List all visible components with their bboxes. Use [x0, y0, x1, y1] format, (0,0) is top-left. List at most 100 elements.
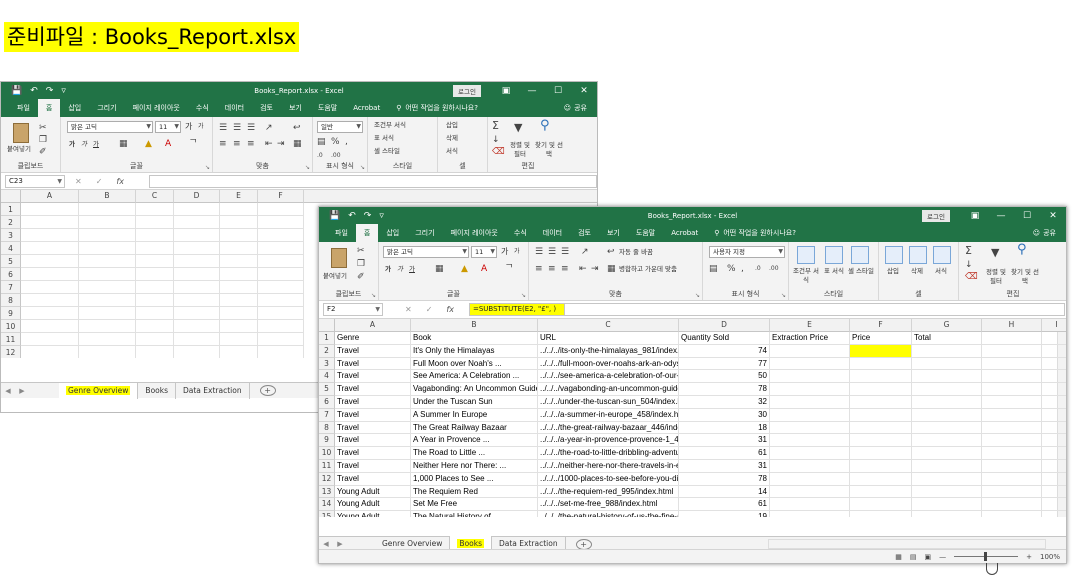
cell[interactable]: [770, 472, 850, 486]
cell[interactable]: [912, 472, 982, 486]
align-right-icon[interactable]: ≡: [247, 139, 255, 149]
column-header[interactable]: B: [411, 319, 538, 332]
format-as-table-icon[interactable]: [825, 246, 843, 264]
cell[interactable]: ../../../full-moon-over-noahs-ark-an-ody…: [538, 357, 679, 371]
align-center-icon[interactable]: ≡: [233, 139, 241, 149]
formula-input-rest[interactable]: [565, 303, 1065, 316]
font-color-icon[interactable]: A: [481, 264, 487, 274]
cell[interactable]: [136, 268, 174, 281]
undo-icon[interactable]: ↶: [30, 86, 38, 96]
number-format-select[interactable]: 사용자 지정 ▼: [709, 246, 785, 258]
cell[interactable]: The Natural History of ...: [411, 511, 538, 517]
zoom-slider[interactable]: [954, 552, 1019, 561]
cell[interactable]: 31: [679, 460, 770, 473]
cell[interactable]: [220, 346, 258, 358]
cell[interactable]: Young Adult: [335, 498, 411, 512]
column-header[interactable]: E: [770, 319, 850, 332]
cell[interactable]: [912, 511, 982, 517]
cell[interactable]: 14: [679, 485, 770, 499]
cell[interactable]: ../../../vagabonding-an-uncommon-guide-t…: [538, 383, 679, 396]
cell[interactable]: [258, 281, 304, 294]
row-header[interactable]: 2: [319, 344, 335, 358]
header-cell[interactable]: Genre: [335, 332, 411, 345]
cell[interactable]: [1042, 396, 1066, 409]
cell[interactable]: [258, 203, 304, 216]
increase-indent-icon[interactable]: ⇥: [591, 264, 599, 274]
cell[interactable]: [79, 281, 136, 294]
cell[interactable]: Travel: [335, 460, 411, 473]
cell[interactable]: [258, 307, 304, 320]
login-button[interactable]: 로그인: [453, 84, 481, 97]
cell[interactable]: [136, 346, 174, 358]
worksheet-grid[interactable]: A B C D E F G H I 1 Genre Book URL Quantity Sold Extra…: [319, 319, 1066, 517]
row-header[interactable]: 5: [319, 383, 335, 396]
cell[interactable]: [174, 255, 220, 268]
redo-icon[interactable]: ↷: [364, 211, 372, 221]
cell[interactable]: [21, 203, 79, 216]
cell[interactable]: [79, 268, 136, 281]
row-header[interactable]: 7: [319, 408, 335, 422]
bold-button[interactable]: 가: [385, 265, 391, 274]
fill-icon[interactable]: ↓: [492, 135, 500, 145]
bold-button[interactable]: 가: [69, 140, 75, 149]
column-header[interactable]: D: [174, 190, 220, 203]
cell[interactable]: Travel: [335, 408, 411, 422]
cell[interactable]: [174, 229, 220, 242]
cell[interactable]: Travel: [335, 421, 411, 435]
format-cells-button[interactable]: 서식: [446, 147, 458, 156]
cell[interactable]: [912, 396, 982, 409]
cell[interactable]: ../../../under-the-tuscan-sun_504/index.…: [538, 396, 679, 409]
cell[interactable]: 74: [679, 344, 770, 358]
zoom-level[interactable]: 100%: [1040, 553, 1060, 561]
delete-cells-icon[interactable]: [909, 246, 927, 264]
align-middle-icon[interactable]: ☰: [548, 247, 556, 257]
cell[interactable]: ../../../the-natural-history-of-us-the-f…: [538, 511, 679, 517]
ribbon-display-icon[interactable]: ▣: [493, 86, 519, 96]
cell[interactable]: Set Me Free: [411, 498, 538, 512]
insert-cells-icon[interactable]: [885, 246, 903, 264]
cell[interactable]: [220, 294, 258, 307]
cell[interactable]: [79, 229, 136, 242]
copy-icon[interactable]: ❐: [357, 259, 365, 269]
cell[interactable]: [136, 333, 174, 346]
cell[interactable]: [174, 346, 220, 358]
number-format-select[interactable]: 일반 ▼: [317, 121, 363, 133]
tab-draw[interactable]: 그리기: [407, 224, 442, 242]
cell[interactable]: 19: [679, 511, 770, 517]
cell[interactable]: [21, 268, 79, 281]
cell[interactable]: [136, 307, 174, 320]
sheet-tab-data-extraction[interactable]: Data Extraction: [176, 382, 250, 399]
align-center-icon[interactable]: ≡: [548, 264, 556, 274]
autosum-icon[interactable]: Σ: [965, 245, 972, 256]
header-cell[interactable]: Extraction Price: [770, 332, 850, 345]
cell[interactable]: 77: [679, 357, 770, 371]
cell[interactable]: 30: [679, 408, 770, 422]
cell[interactable]: [850, 383, 912, 396]
enter-icon[interactable]: ✓: [96, 177, 103, 186]
cell[interactable]: Under the Tuscan Sun: [411, 396, 538, 409]
cell[interactable]: [850, 408, 912, 422]
cell[interactable]: Travel: [335, 357, 411, 371]
font-size-select[interactable]: 11 ▼: [155, 121, 181, 133]
tab-file[interactable]: 파일: [327, 224, 356, 242]
cell[interactable]: [174, 281, 220, 294]
cell[interactable]: [982, 370, 1042, 384]
cell[interactable]: [136, 216, 174, 229]
cell[interactable]: [850, 370, 912, 384]
save-icon[interactable]: 💾: [329, 211, 340, 221]
cell[interactable]: [850, 357, 912, 371]
decrease-decimal-icon[interactable]: .00: [331, 151, 341, 161]
cell[interactable]: Travel: [335, 434, 411, 448]
ribbon-display-icon[interactable]: ▣: [962, 211, 988, 221]
zoom-in-icon[interactable]: +: [1026, 553, 1032, 561]
add-sheet-icon[interactable]: +: [575, 538, 592, 550]
fill-icon[interactable]: ↓: [965, 260, 973, 270]
orientation-icon[interactable]: ↗: [265, 123, 273, 133]
cell[interactable]: [982, 472, 1042, 486]
row-header[interactable]: 1: [319, 332, 335, 345]
underline-button[interactable]: 가: [93, 140, 99, 149]
italic-button[interactable]: 가: [81, 140, 87, 149]
cell[interactable]: [1042, 383, 1066, 396]
undo-icon[interactable]: ↶: [348, 211, 356, 221]
sort-filter-icon[interactable]: ▼: [514, 122, 522, 133]
